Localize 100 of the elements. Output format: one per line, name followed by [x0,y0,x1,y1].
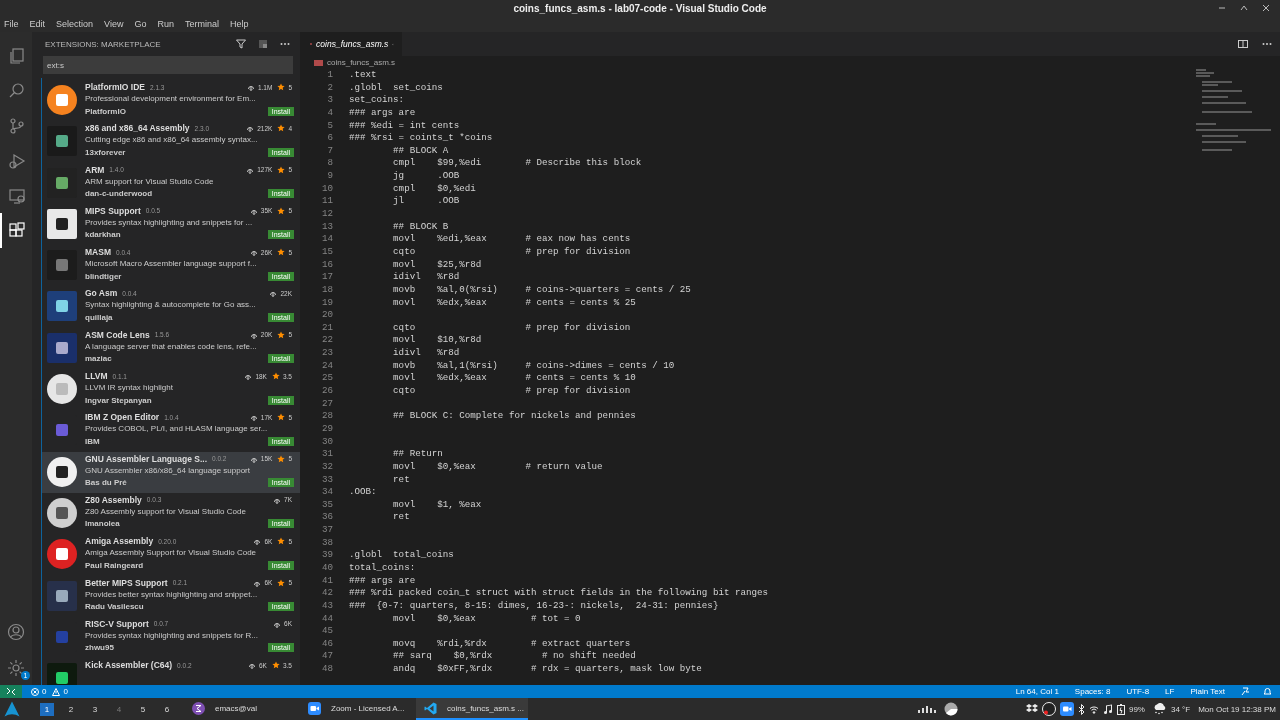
extension-name[interactable]: ARM [85,164,105,175]
code-line: cmpl $99,%edi # Describe this block [392,157,642,171]
download-icon [253,537,262,546]
minimize-icon[interactable] [1218,4,1226,12]
line-number: 19 [320,296,333,310]
line-number: 8 [326,157,333,171]
status-item[interactable]: LF [1165,687,1175,696]
bell-icon[interactable] [1263,687,1272,696]
publisher-name[interactable]: Imanolea [85,519,120,529]
bluetooth-icon[interactable] [1077,703,1085,715]
publisher-name[interactable]: blindtiger [85,271,122,281]
workspace-button[interactable]: 3 [88,702,102,716]
workspace-button[interactable]: 1 [40,702,54,716]
close-icon[interactable] [1262,4,1270,12]
code-line: movl $0,%eax # tot = 0 [392,612,581,626]
extension-name[interactable]: PlatformIO IDE [85,82,145,92]
taskbar-app[interactable]: coins_funcs_asm.s ... [416,698,528,720]
weather-temperature[interactable]: 34 °F [1170,704,1191,714]
publisher-name[interactable]: Radu Vasilescu [85,602,144,612]
wifi-icon[interactable] [1088,704,1099,714]
extension-name[interactable]: LLVM [85,371,108,382]
line-number: 11 [320,195,333,209]
status-item[interactable]: Ln 64, Col 1 [1015,687,1059,696]
menu-item[interactable]: View [104,19,124,29]
code-line: movl %edx,%eax # cents = cents % 10 [392,372,636,385]
extension-name[interactable]: IBM Z Open Editor [85,412,160,423]
extension-name[interactable]: Better MIPS Support [85,577,168,588]
line-number: 36 [320,511,333,525]
editor-tab[interactable]: coins_funcs_asm.s [300,32,402,56]
split-editor-icon[interactable] [1238,39,1248,49]
remote-icon[interactable] [0,685,22,698]
extension-name[interactable]: Kick Assembler (C64) [85,660,173,671]
battery-icon[interactable] [1116,703,1125,715]
workspace-button[interactable]: 2 [64,702,78,716]
publisher-name[interactable]: quillaja [85,313,113,322]
extension-name[interactable]: GNU Assembler Language S... [85,453,208,464]
menu-item[interactable]: File [4,19,19,29]
weather-icon[interactable] [1152,703,1167,715]
publisher-name[interactable]: zhwu95 [85,643,114,653]
app-icon [424,701,437,715]
publisher-name[interactable]: kdarkhan [85,230,121,240]
publisher-name[interactable]: maziac [85,354,112,364]
publisher-name[interactable]: 13xforever [85,147,126,157]
clock[interactable]: Mon Oct 19 12:38 PM [1198,704,1276,714]
logo-icon [46,579,78,612]
publisher-name[interactable]: Bas du Pré [85,478,127,488]
line-number: 17 [320,271,333,284]
workspace-button[interactable]: 5 [136,702,150,716]
publisher-name[interactable]: IBM [85,436,100,446]
code-line: .OOB: [349,486,377,499]
extension-name[interactable]: x86 and x86_64 Assembly [85,123,190,134]
publisher-name[interactable]: Paul Raingeard [85,560,144,570]
extension-name[interactable]: Go Asm [85,288,118,299]
line-number: 23 [320,347,333,360]
menu-item[interactable]: Edit [29,19,46,29]
extension-description: Provides syntax highlighting and snippets for R... [85,629,259,642]
workspace-button[interactable]: 6 [160,702,174,716]
breadcrumb[interactable]: coins_funcs_asm.s [327,58,396,67]
line-number: 16 [320,258,333,272]
menu-item[interactable]: Help [229,19,249,29]
warning-icon[interactable] [52,687,61,696]
battery-level[interactable]: 99% [1128,704,1145,714]
taskbar-app[interactable]: Zoom - Licensed A... [300,698,412,720]
line-number: 45 [320,625,333,638]
extension-name[interactable]: RISC-V Support [85,618,149,629]
menu-item[interactable]: Terminal [184,19,219,29]
menu-item[interactable]: Run [157,19,174,29]
menu-item[interactable]: Selection [56,19,94,29]
publisher-name[interactable]: Ingvar Stepanyan [85,395,152,405]
status-item[interactable]: UTF-8 [1126,687,1150,696]
code-line: ## Return [392,448,443,461]
extension-name[interactable]: MIPS Support [85,205,141,216]
warning-count[interactable]: 0 [63,687,68,696]
filter-icon[interactable] [236,39,246,49]
feedback-icon[interactable] [1241,687,1250,696]
line-number: 47 [320,650,333,664]
star-icon [277,206,286,215]
publisher-name[interactable]: PlatformIO [85,106,126,116]
code-line: ### args are [349,106,416,120]
error-icon[interactable] [31,687,39,696]
music-icon[interactable] [1102,704,1113,714]
code-line: jg .OOB [392,170,460,183]
extension-name[interactable]: Amiga Assembly [85,536,154,547]
extension-name[interactable]: ASM Code Lens [85,329,150,340]
line-number: 31 [320,448,333,461]
search-field[interactable]: ext:s [43,56,293,74]
status-item[interactable]: Spaces: 8 [1074,687,1111,696]
download-icon [244,372,253,381]
account-icon[interactable] [7,623,25,641]
extension-name[interactable]: MASM [85,247,111,258]
status-item[interactable]: Plain Text [1190,687,1225,696]
line-number: 1 [326,69,333,82]
star-icon [277,83,286,91]
maximize-icon[interactable] [1240,4,1248,12]
publisher-name[interactable]: dan-c-underwood [85,189,153,199]
error-count[interactable]: 0 [42,687,47,696]
settings-icon[interactable] [7,659,25,677]
taskbar-app[interactable]: emacs@val [184,698,296,720]
extension-name[interactable]: Z80 Assembly [85,494,142,505]
menu-item[interactable]: Go [134,19,147,29]
